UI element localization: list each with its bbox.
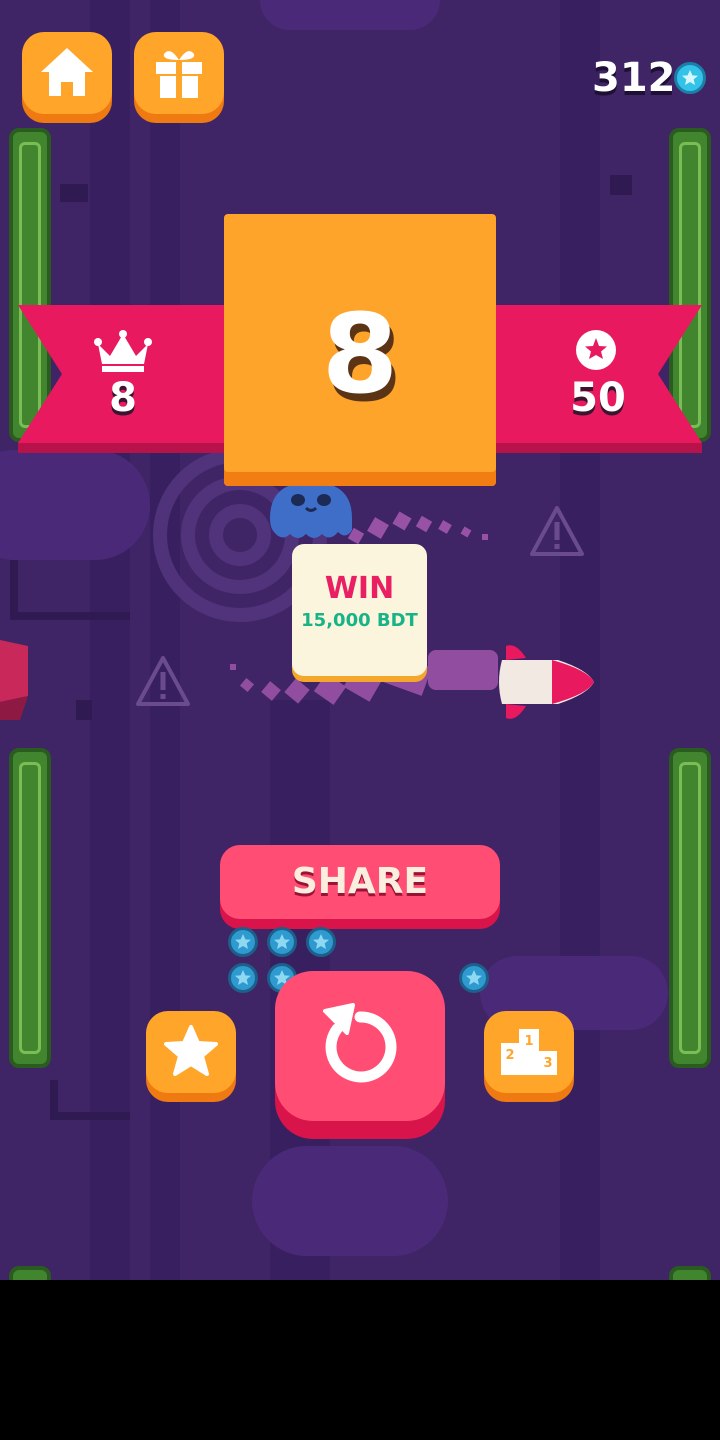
coin-icon <box>267 927 297 957</box>
replay-button[interactable] <box>275 971 445 1121</box>
background-blob <box>0 450 150 560</box>
svg-text:2: 2 <box>505 1048 514 1063</box>
podium-icon: 1 2 3 <box>501 1029 557 1075</box>
background-pipe <box>10 560 18 620</box>
coin-count: 312 <box>592 55 676 101</box>
star-badge-icon <box>576 330 616 370</box>
win-promo-card[interactable]: WIN 15,000 BDT <box>292 544 427 676</box>
background-pipe <box>76 700 92 720</box>
right-rail-edge <box>669 1266 711 1280</box>
leaderboard-button[interactable]: 1 2 3 <box>484 1011 574 1093</box>
game-screen: 312 8 50 8 WIN 15,000 BDT SHARE 1 2 3 <box>0 0 720 1280</box>
background-pipe <box>10 612 130 620</box>
left-rail-bottom <box>9 748 51 1068</box>
coin-icon <box>228 927 258 957</box>
replay-icon <box>323 1003 397 1083</box>
svg-text:1: 1 <box>524 1034 533 1049</box>
gift-button[interactable] <box>134 32 224 114</box>
stars-earned: 50 <box>570 375 626 421</box>
system-navigation-bar <box>0 1280 720 1440</box>
background-pipe <box>60 184 88 202</box>
star-coin-icon <box>674 62 706 94</box>
warning-icon <box>530 506 584 556</box>
background-blob <box>260 0 440 30</box>
background-pipe <box>610 175 632 195</box>
svg-text:3: 3 <box>543 1056 552 1071</box>
right-rail-bottom <box>669 748 711 1068</box>
win-title: WIN <box>324 571 395 606</box>
crown-icon <box>94 330 152 372</box>
rate-button[interactable] <box>146 1011 236 1093</box>
background-column <box>90 0 130 1280</box>
gift-icon <box>156 51 202 98</box>
coin-icon <box>306 927 336 957</box>
background-blob <box>252 1146 448 1256</box>
left-rail-edge <box>9 1266 51 1280</box>
rocket-obstacle <box>499 645 594 719</box>
best-score: 8 <box>109 375 137 421</box>
coin-icon <box>459 963 489 993</box>
coin-icon <box>228 963 258 993</box>
share-button[interactable]: SHARE <box>220 845 500 919</box>
win-amount: 15,000 BDT <box>301 610 418 631</box>
share-label: SHARE <box>291 861 429 902</box>
side-obstacle <box>0 640 28 720</box>
home-button[interactable] <box>22 32 112 114</box>
background-pipe <box>50 1112 130 1120</box>
home-icon <box>41 48 93 96</box>
star-icon <box>164 1025 218 1076</box>
score-card: 8 <box>224 214 496 486</box>
warning-icon <box>136 656 190 706</box>
current-score: 8 <box>321 290 399 418</box>
